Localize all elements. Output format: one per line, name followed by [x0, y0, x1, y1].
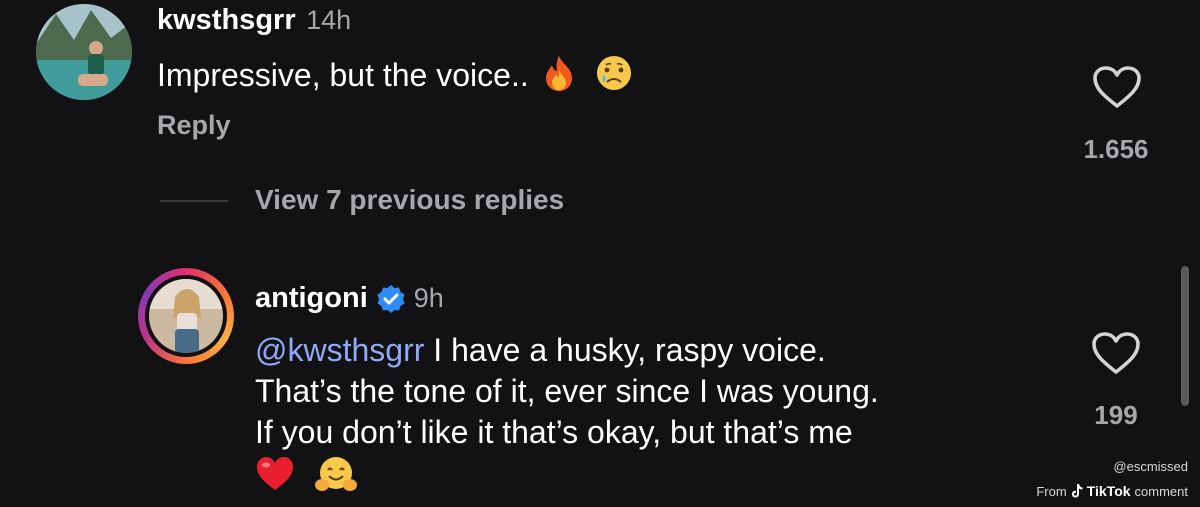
scrollbar-thumb[interactable] [1181, 266, 1189, 406]
red-heart-emoji [255, 455, 295, 503]
timestamp: 9h [413, 283, 444, 313]
username[interactable]: antigoni [255, 282, 368, 315]
fire-emoji [542, 54, 576, 102]
crying-face-emoji [595, 54, 633, 102]
comment-line-1: @kwsthsgrr I have a husky, raspy voice. [255, 330, 879, 371]
comment-header-2: antigoni 9h [255, 282, 444, 315]
mention-link[interactable]: @kwsthsgrr [255, 332, 424, 368]
comment-line-3: If you don’t like it that’s okay, but th… [255, 414, 853, 450]
tiktok-logo-icon [1071, 484, 1083, 498]
watermark-suffix: comment [1134, 483, 1188, 499]
comment-body: Impressive, but the voice.. [157, 57, 529, 93]
username[interactable]: kwsthsgrr [157, 4, 296, 36]
watermark-brand: TikTok [1086, 483, 1131, 499]
hugging-face-emoji [314, 455, 358, 505]
like-button-2[interactable] [1090, 330, 1142, 381]
like-button-1[interactable] [1091, 64, 1143, 115]
comment-text-2: @kwsthsgrr I have a husky, raspy voice. … [255, 330, 879, 499]
watermark-from: From [1036, 483, 1067, 499]
divider-line [160, 200, 228, 202]
avatar-kwsthsgrr[interactable] [36, 4, 132, 100]
view-previous-replies-button[interactable]: View 7 previous replies [255, 184, 564, 216]
like-count-2: 199 [1094, 400, 1138, 430]
avatar-photo-portrait [149, 279, 223, 353]
heart-outline-icon [1093, 66, 1141, 108]
watermark-handle: @escmissed [1113, 459, 1188, 474]
heart-outline-icon [1092, 332, 1140, 374]
avatar-antigoni[interactable] [138, 268, 234, 364]
comment-text-1: Impressive, but the voice.. [157, 54, 633, 102]
comment-line-2: That’s the tone of it, ever since I was … [255, 373, 879, 409]
verified-badge-icon [376, 284, 406, 314]
like-count-1: 1.656 [1083, 134, 1149, 164]
reply-button[interactable]: Reply [157, 110, 231, 141]
comment-line-4 [255, 453, 879, 499]
timestamp: 14h [306, 5, 352, 35]
watermark-source: From TikTok comment [1036, 483, 1188, 499]
comment-body: I have a husky, raspy voice. [424, 332, 826, 368]
avatar-photo-lagoon [36, 4, 132, 100]
comment-header-1: kwsthsgrr 14h [157, 4, 351, 37]
